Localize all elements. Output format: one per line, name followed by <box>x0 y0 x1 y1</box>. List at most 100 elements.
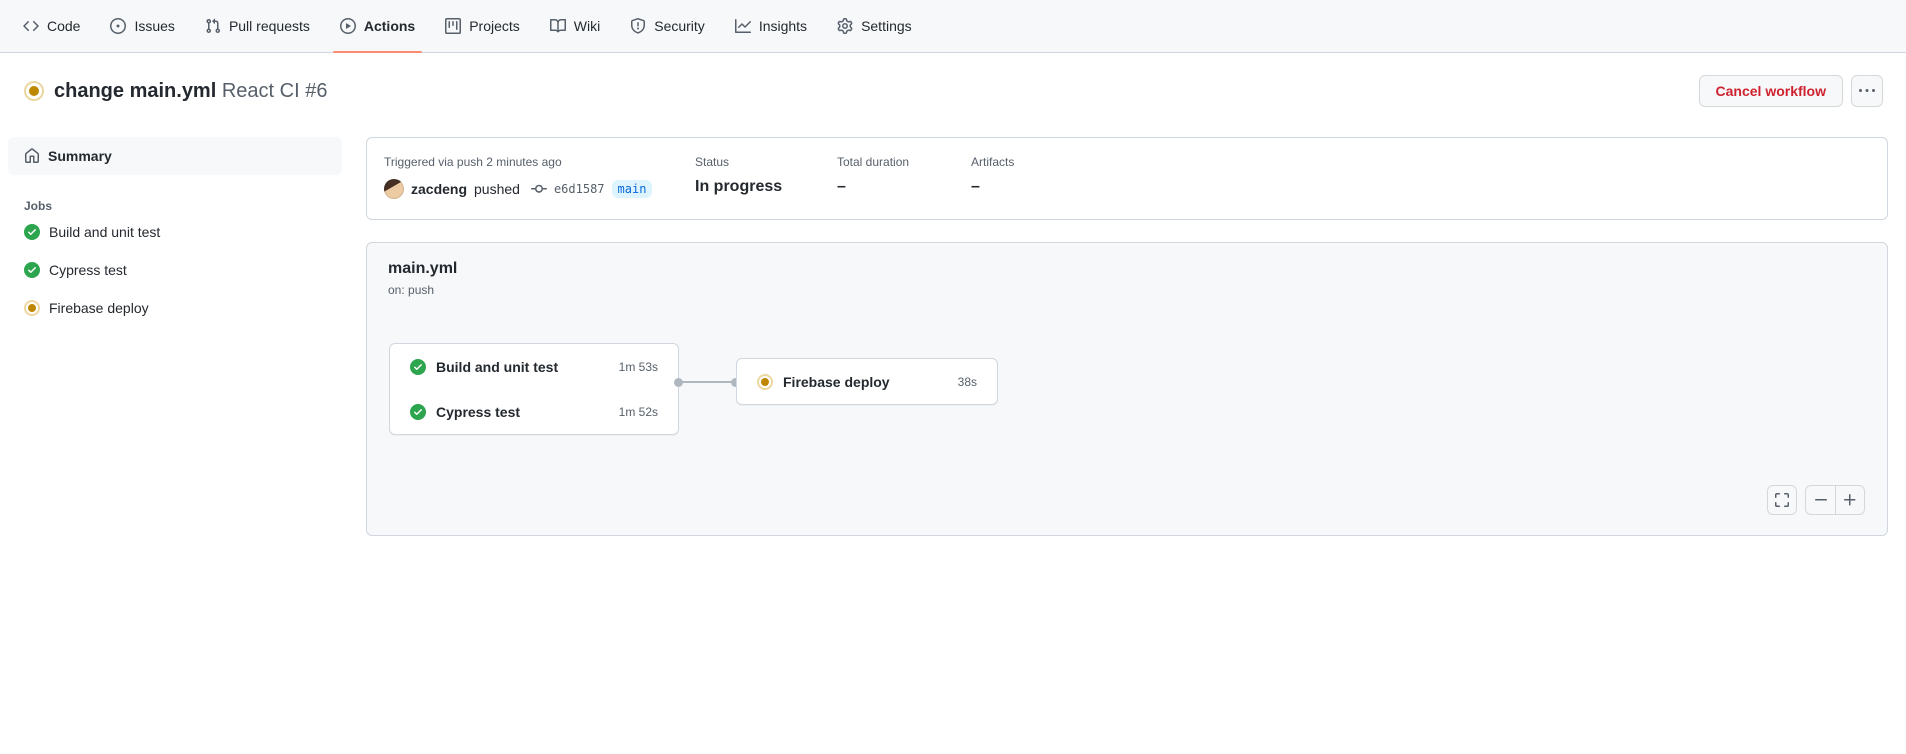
shield-icon <box>631 18 646 34</box>
sidebar-job-label: Cypress test <box>49 262 127 278</box>
run-title-text: change main.yml <box>54 79 217 102</box>
cancel-workflow-button[interactable]: Cancel workflow <box>1698 75 1843 107</box>
book-icon <box>549 18 566 33</box>
sidebar-item-summary[interactable]: Summary <box>8 137 342 175</box>
sidebar-job-label: Build and unit test <box>49 224 161 240</box>
tab-settings[interactable]: Settings <box>822 0 927 52</box>
trigger-label: Triggered via push 2 minutes ago <box>384 155 562 169</box>
graph-job-label: Firebase deploy <box>783 373 890 390</box>
trigger-info: Triggered via push 2 minutes ago zacdeng… <box>384 155 695 199</box>
graph-job-cypress-test[interactable]: Cypress test 1m 52s <box>390 389 678 434</box>
tab-security-label: Security <box>654 18 705 34</box>
tab-code[interactable]: Code <box>8 0 95 52</box>
avatar[interactable] <box>384 179 404 199</box>
sidebar-summary-label: Summary <box>48 148 112 164</box>
job-card-firebase-deploy: Firebase deploy 38s <box>736 358 998 405</box>
artifacts-column: Artifacts – <box>971 155 1014 199</box>
tab-wiki[interactable]: Wiki <box>535 0 615 52</box>
commit-row: zacdeng pushed e6d1587 main <box>384 179 695 199</box>
page-title: change main.yml React CI #6 <box>54 80 327 103</box>
check-circle-icon <box>410 358 426 375</box>
minus-icon <box>1814 499 1827 501</box>
tab-security[interactable]: Security <box>615 0 720 52</box>
graph-job-firebase-deploy[interactable]: Firebase deploy 38s <box>737 359 997 404</box>
commit-sha[interactable]: e6d1587 <box>554 182 605 196</box>
branch-badge[interactable]: main <box>611 180 653 198</box>
check-circle-icon <box>24 262 40 278</box>
repo-nav: Code Issues Pull requests Actions Projec… <box>0 0 1906 53</box>
status-label: Status <box>695 155 730 169</box>
commit-icon-wrap <box>530 181 547 197</box>
code-icon <box>23 20 39 32</box>
run-sidebar: Summary Jobs Build and unit test Cypress… <box>8 137 342 327</box>
graph-icon <box>734 19 751 33</box>
run-status-in-progress-icon <box>24 81 44 101</box>
zoom-control <box>1805 485 1865 515</box>
graph-header: main.yml on: push <box>388 260 457 297</box>
in-progress-icon <box>24 300 40 316</box>
tab-issues-label: Issues <box>134 18 175 34</box>
graph-controls <box>1767 485 1865 515</box>
workflow-trigger: on: push <box>388 283 435 297</box>
project-icon <box>445 18 462 34</box>
artifacts-value: – <box>971 178 980 195</box>
connector-line <box>679 381 736 383</box>
tab-pull-requests[interactable]: Pull requests <box>190 0 325 52</box>
kebab-menu-button[interactable] <box>1851 75 1883 107</box>
sidebar-job-firebase-deploy[interactable]: Firebase deploy <box>8 289 342 327</box>
graph-job-label: Cypress test <box>436 403 521 420</box>
issue-opened-icon <box>110 18 127 34</box>
workflow-file-name: main.yml <box>388 260 458 277</box>
graph-job-duration: 38s <box>957 374 977 389</box>
git-pull-request-icon <box>206 18 220 34</box>
in-progress-icon <box>757 373 773 390</box>
tab-insights[interactable]: Insights <box>720 0 822 52</box>
graph-job-build-and-unit-test[interactable]: Build and unit test 1m 53s <box>390 344 678 389</box>
kebab-horizontal-icon <box>1859 89 1875 92</box>
content-layout: Summary Jobs Build and unit test Cypress… <box>0 137 1906 536</box>
graph-job-duration: 1m 53s <box>618 359 658 374</box>
check-circle-icon <box>24 224 40 240</box>
graph-job-duration: 1m 52s <box>618 404 658 419</box>
tab-code-label: Code <box>47 18 81 34</box>
tab-projects[interactable]: Projects <box>430 0 535 52</box>
workflow-graph-panel: main.yml on: push Build and unit test 1m… <box>366 242 1888 536</box>
tab-insights-label: Insights <box>758 18 808 34</box>
zoom-in-button[interactable] <box>1835 486 1864 514</box>
duration-value: – <box>837 178 846 195</box>
actor-action: pushed <box>474 181 520 197</box>
duration-column: Total duration – <box>837 155 971 199</box>
play-circle-icon <box>339 18 356 34</box>
tab-pull-requests-label: Pull requests <box>228 18 310 34</box>
screen-full-icon <box>1775 493 1789 507</box>
tab-projects-label: Projects <box>469 18 520 34</box>
duration-label: Total duration <box>837 155 910 169</box>
fit-view-button[interactable] <box>1767 485 1797 515</box>
run-header: change main.yml React CI #6 Cancel workf… <box>0 53 1906 107</box>
sidebar-job-build-and-unit-test[interactable]: Build and unit test <box>8 213 342 251</box>
actor-login[interactable]: zacdeng <box>411 181 467 197</box>
header-actions: Cancel workflow <box>1698 75 1883 107</box>
status-value: In progress <box>695 178 783 195</box>
job-group-card: Build and unit test 1m 53s Cypress test … <box>389 343 679 435</box>
plus-icon <box>1844 494 1856 506</box>
tab-settings-label: Settings <box>861 18 912 34</box>
check-circle-icon <box>410 403 426 420</box>
gear-icon <box>837 18 853 34</box>
sidebar-job-cypress-test[interactable]: Cypress test <box>8 251 342 289</box>
graph-job-label: Build and unit test <box>436 358 559 375</box>
zoom-out-button[interactable] <box>1806 486 1835 514</box>
home-icon <box>25 148 39 163</box>
tab-actions-label: Actions <box>363 18 416 34</box>
tab-issues[interactable]: Issues <box>95 0 189 52</box>
tab-actions[interactable]: Actions <box>325 0 430 53</box>
tab-wiki-label: Wiki <box>573 18 601 34</box>
sidebar-job-label: Firebase deploy <box>49 300 149 316</box>
run-info-panel: Triggered via push 2 minutes ago zacdeng… <box>366 137 1888 220</box>
git-commit-icon <box>530 184 547 193</box>
run-title-workflow: React CI #6 <box>221 79 328 102</box>
status-column: Status In progress <box>695 155 837 199</box>
sidebar-jobs-heading: Jobs <box>24 199 53 213</box>
run-main: Triggered via push 2 minutes ago zacdeng… <box>366 137 1888 536</box>
artifacts-label: Artifacts <box>971 155 1015 169</box>
